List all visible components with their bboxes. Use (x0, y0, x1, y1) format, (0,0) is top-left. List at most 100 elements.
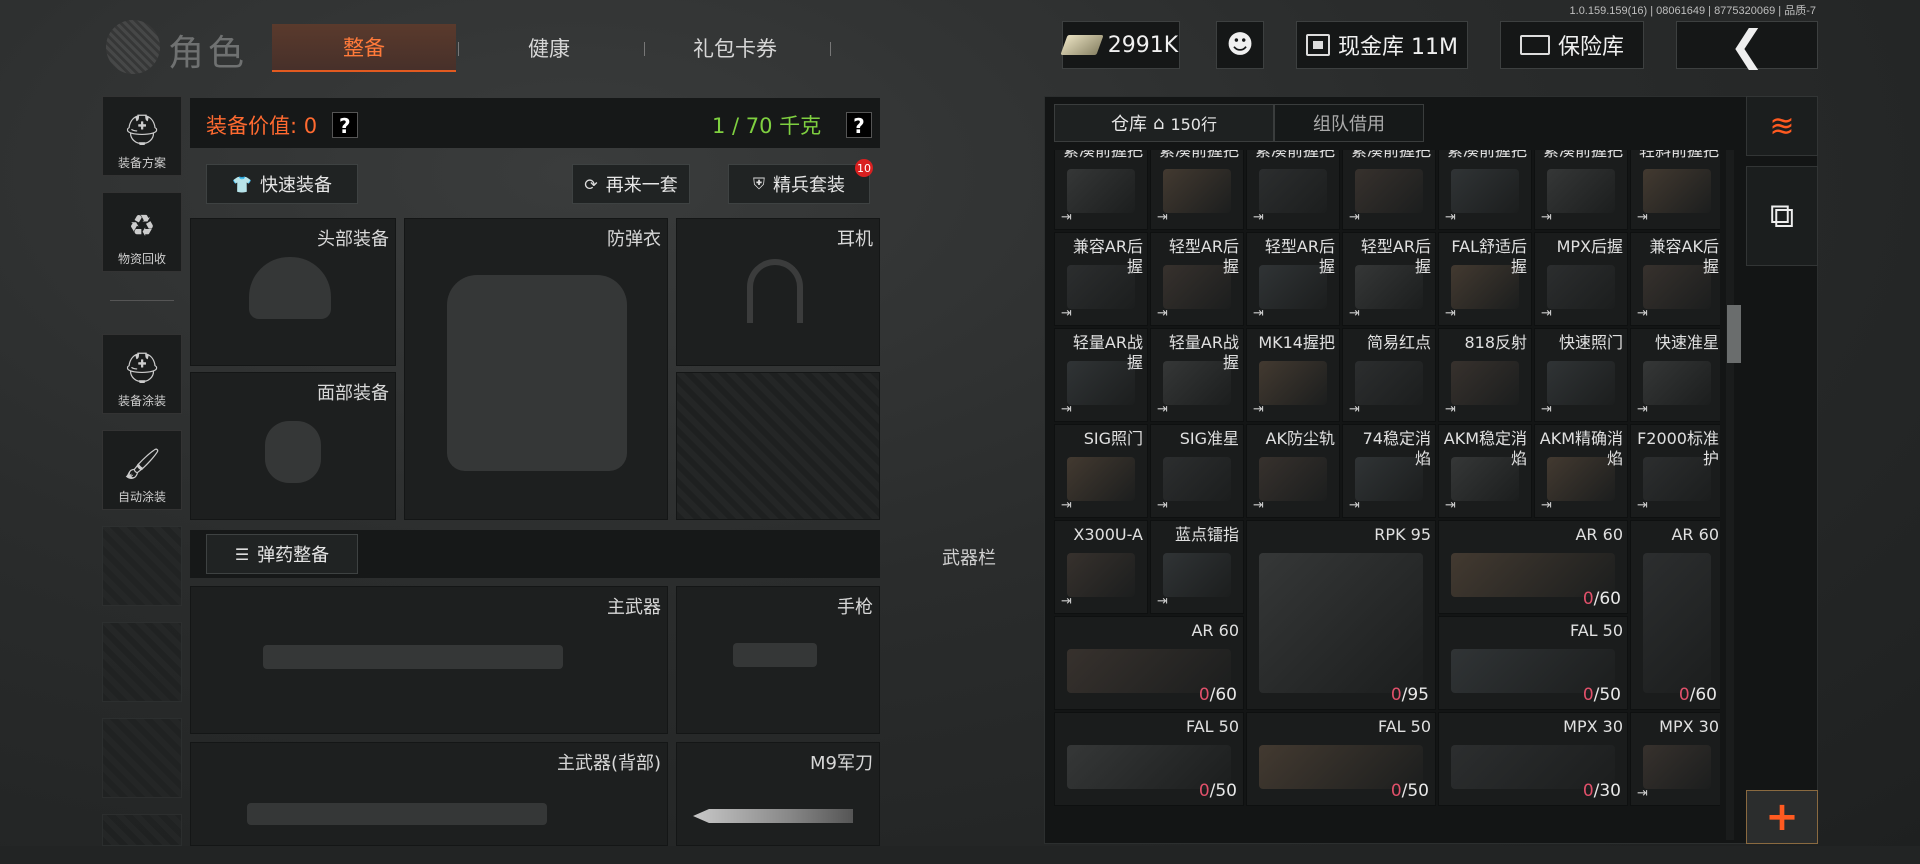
warehouse-item[interactable]: F2000标准护 ⇥ (1630, 424, 1720, 518)
warehouse-item[interactable]: 轻型AR后握 ⇥ (1150, 232, 1244, 326)
item-image (1067, 553, 1135, 597)
warehouse-item[interactable]: SIG准星 ⇥ (1150, 424, 1244, 518)
warehouse-item[interactable]: FAL 50 0/50 (1246, 712, 1436, 806)
cash-display[interactable]: 2991K (1060, 21, 1180, 69)
support-button[interactable]: ☻ (1216, 21, 1264, 69)
item-image (1547, 169, 1615, 213)
deposit-button[interactable]: ⧉ (1746, 166, 1818, 266)
cash-vault-button[interactable]: 现金库 11M (1296, 21, 1468, 69)
item-image (1547, 361, 1615, 405)
export-arrow-icon: ⇥ (1061, 402, 1072, 417)
warehouse-item[interactable]: MPX 30 0/30 (1438, 712, 1628, 806)
side-paint[interactable]: ⛑ 装备涂装 (102, 334, 182, 414)
warehouse-item[interactable]: 818反射 ⇥ (1438, 328, 1532, 422)
warehouse-item[interactable]: FAL 50 0/50 (1054, 712, 1244, 806)
export-arrow-icon: ⇥ (1637, 402, 1648, 417)
warehouse-item[interactable]: 紧凑前握把 ⇥ (1438, 150, 1532, 230)
warehouse-item[interactable]: 紧凑前握把 ⇥ (1246, 150, 1340, 230)
value-help-icon[interactable]: ? (331, 112, 358, 138)
warehouse-item[interactable]: 轻量AR战握 ⇥ (1150, 328, 1244, 422)
item-image (1259, 361, 1327, 405)
again-button[interactable]: ⟳ 再来一套 (572, 164, 690, 204)
warehouse-item[interactable]: MPX 30 ⇥ (1630, 712, 1720, 806)
warehouse-item[interactable]: AR 60 0/60 (1054, 616, 1244, 710)
slot-primary[interactable]: 主武器 (190, 586, 668, 734)
warehouse-item[interactable]: 轻型AR后握 ⇥ (1342, 232, 1436, 326)
tab-gift-cards[interactable]: 礼包卡券 (642, 24, 831, 72)
slot-head[interactable]: 头部装备 (190, 218, 396, 366)
item-image (1067, 457, 1135, 501)
scrollbar-thumb[interactable] (1727, 305, 1741, 363)
warehouse-item[interactable]: 快速准星 ⇥ (1630, 328, 1720, 422)
warehouse-item[interactable]: X300U-A ⇥ (1054, 520, 1148, 614)
warehouse-item[interactable]: AKM稳定消焰 ⇥ (1438, 424, 1532, 518)
add-button[interactable]: + (1746, 790, 1818, 844)
warehouse-item[interactable]: 紧凑前握把 ⇥ (1342, 150, 1436, 230)
elite-set-button[interactable]: ⛨ 精兵套装 10 (728, 159, 873, 204)
tab-health[interactable]: 健康 (456, 24, 645, 72)
warehouse-item[interactable]: 紧凑前握把 ⇥ (1054, 150, 1148, 230)
warehouse-rows: 150行 (1170, 115, 1217, 134)
weight-help-icon[interactable]: ? (845, 112, 872, 138)
slot-earphone[interactable]: 耳机 (676, 218, 880, 366)
side-recycle[interactable]: ♻ 物资回收 (102, 192, 182, 272)
item-name: FAL 50 (1377, 717, 1431, 736)
warehouse-item[interactable]: 快速照门 ⇥ (1534, 328, 1628, 422)
warehouse-item[interactable]: FAL 50 0/50 (1438, 616, 1628, 710)
quick-equip-button[interactable]: 👕 快速装备 (206, 164, 358, 204)
warehouse-item[interactable]: 兼容AK后握 ⇥ (1630, 232, 1720, 326)
scrollbar-track[interactable] (1726, 150, 1734, 840)
item-name: SIG准星 (1179, 429, 1239, 448)
export-arrow-icon: ⇥ (1157, 402, 1168, 417)
slot-armor[interactable]: 防弹衣 (404, 218, 668, 520)
back-button[interactable]: ❮ (1676, 21, 1818, 70)
export-arrow-icon: ⇥ (1061, 306, 1072, 321)
warehouse-item[interactable]: 74稳定消焰 ⇥ (1342, 424, 1436, 518)
export-arrow-icon: ⇥ (1061, 210, 1072, 225)
tab-team-borrow[interactable]: 组队借用 (1274, 104, 1424, 142)
warehouse-item[interactable]: MK14握把 ⇥ (1246, 328, 1340, 422)
sort-button[interactable]: ≋ (1746, 96, 1818, 156)
warehouse-item[interactable]: SIG照门 ⇥ (1054, 424, 1148, 518)
item-image (1259, 169, 1327, 213)
warehouse-item[interactable]: 蓝点镭指 ⇥ (1150, 520, 1244, 614)
warehouse-item[interactable]: 轻型AR后握 ⇥ (1246, 232, 1340, 326)
warehouse-item[interactable]: RPK 95 0/95 (1246, 520, 1436, 710)
export-arrow-icon: ⇥ (1541, 498, 1552, 513)
warehouse-item[interactable]: 简易红点 ⇥ (1342, 328, 1436, 422)
tab-warehouse[interactable]: 仓库 ⌂ 150行 (1054, 104, 1274, 142)
ammo-equip-button[interactable]: ☰ 弹药整备 (206, 534, 358, 574)
item-quantity-current: 0 (1198, 781, 1210, 801)
item-name: AKM稳定消焰 (1443, 429, 1527, 468)
cash-vault-label: 现金库 11M (1338, 35, 1458, 60)
export-arrow-icon: ⇥ (1157, 498, 1168, 513)
warehouse-item[interactable]: 轻斜前握把 ⇥ (1630, 150, 1720, 230)
recycle-icon: ♻ (128, 208, 156, 244)
slot-primary-back[interactable]: 主武器(背部) (190, 742, 668, 846)
item-image (1355, 361, 1423, 405)
layers-download-icon: ⧉ (1769, 196, 1795, 236)
export-arrow-icon: ⇥ (1157, 306, 1168, 321)
slot-knife-label: M9军刀 (810, 753, 873, 774)
item-name: AR 60 (1575, 525, 1623, 544)
export-arrow-icon: ⇥ (1157, 594, 1168, 609)
tab-equip[interactable]: 整备 (272, 24, 459, 72)
warehouse-item[interactable]: FAL舒适后握 ⇥ (1438, 232, 1532, 326)
mask-silhouette (265, 421, 321, 483)
warehouse-item[interactable]: 紧凑前握把 ⇥ (1150, 150, 1244, 230)
warehouse-item[interactable]: 兼容AR后握 ⇥ (1054, 232, 1148, 326)
slot-pistol[interactable]: 手枪 (676, 586, 880, 734)
warehouse-item[interactable]: 紧凑前握把 ⇥ (1534, 150, 1628, 230)
side-equip-plan[interactable]: ⛑ 装备方案 (102, 96, 182, 176)
warehouse-item[interactable]: AK防尘轨 ⇥ (1246, 424, 1340, 518)
warehouse-item[interactable]: AR 60 0/60 (1438, 520, 1628, 614)
warehouse-item[interactable]: AR 60 0/60 (1630, 520, 1720, 710)
warehouse-item[interactable]: 轻量AR战握 ⇥ (1054, 328, 1148, 422)
slot-knife[interactable]: M9军刀 (676, 742, 880, 846)
warehouse-item[interactable]: AKM精确消焰 ⇥ (1534, 424, 1628, 518)
warehouse-item[interactable]: MPX后握 ⇥ (1534, 232, 1628, 326)
slot-face[interactable]: 面部装备 (190, 372, 396, 520)
side-auto-paint[interactable]: 🖌 自动涂装 (102, 430, 182, 510)
safe-button[interactable]: 保险库 (1500, 21, 1644, 69)
item-image (1259, 457, 1327, 501)
